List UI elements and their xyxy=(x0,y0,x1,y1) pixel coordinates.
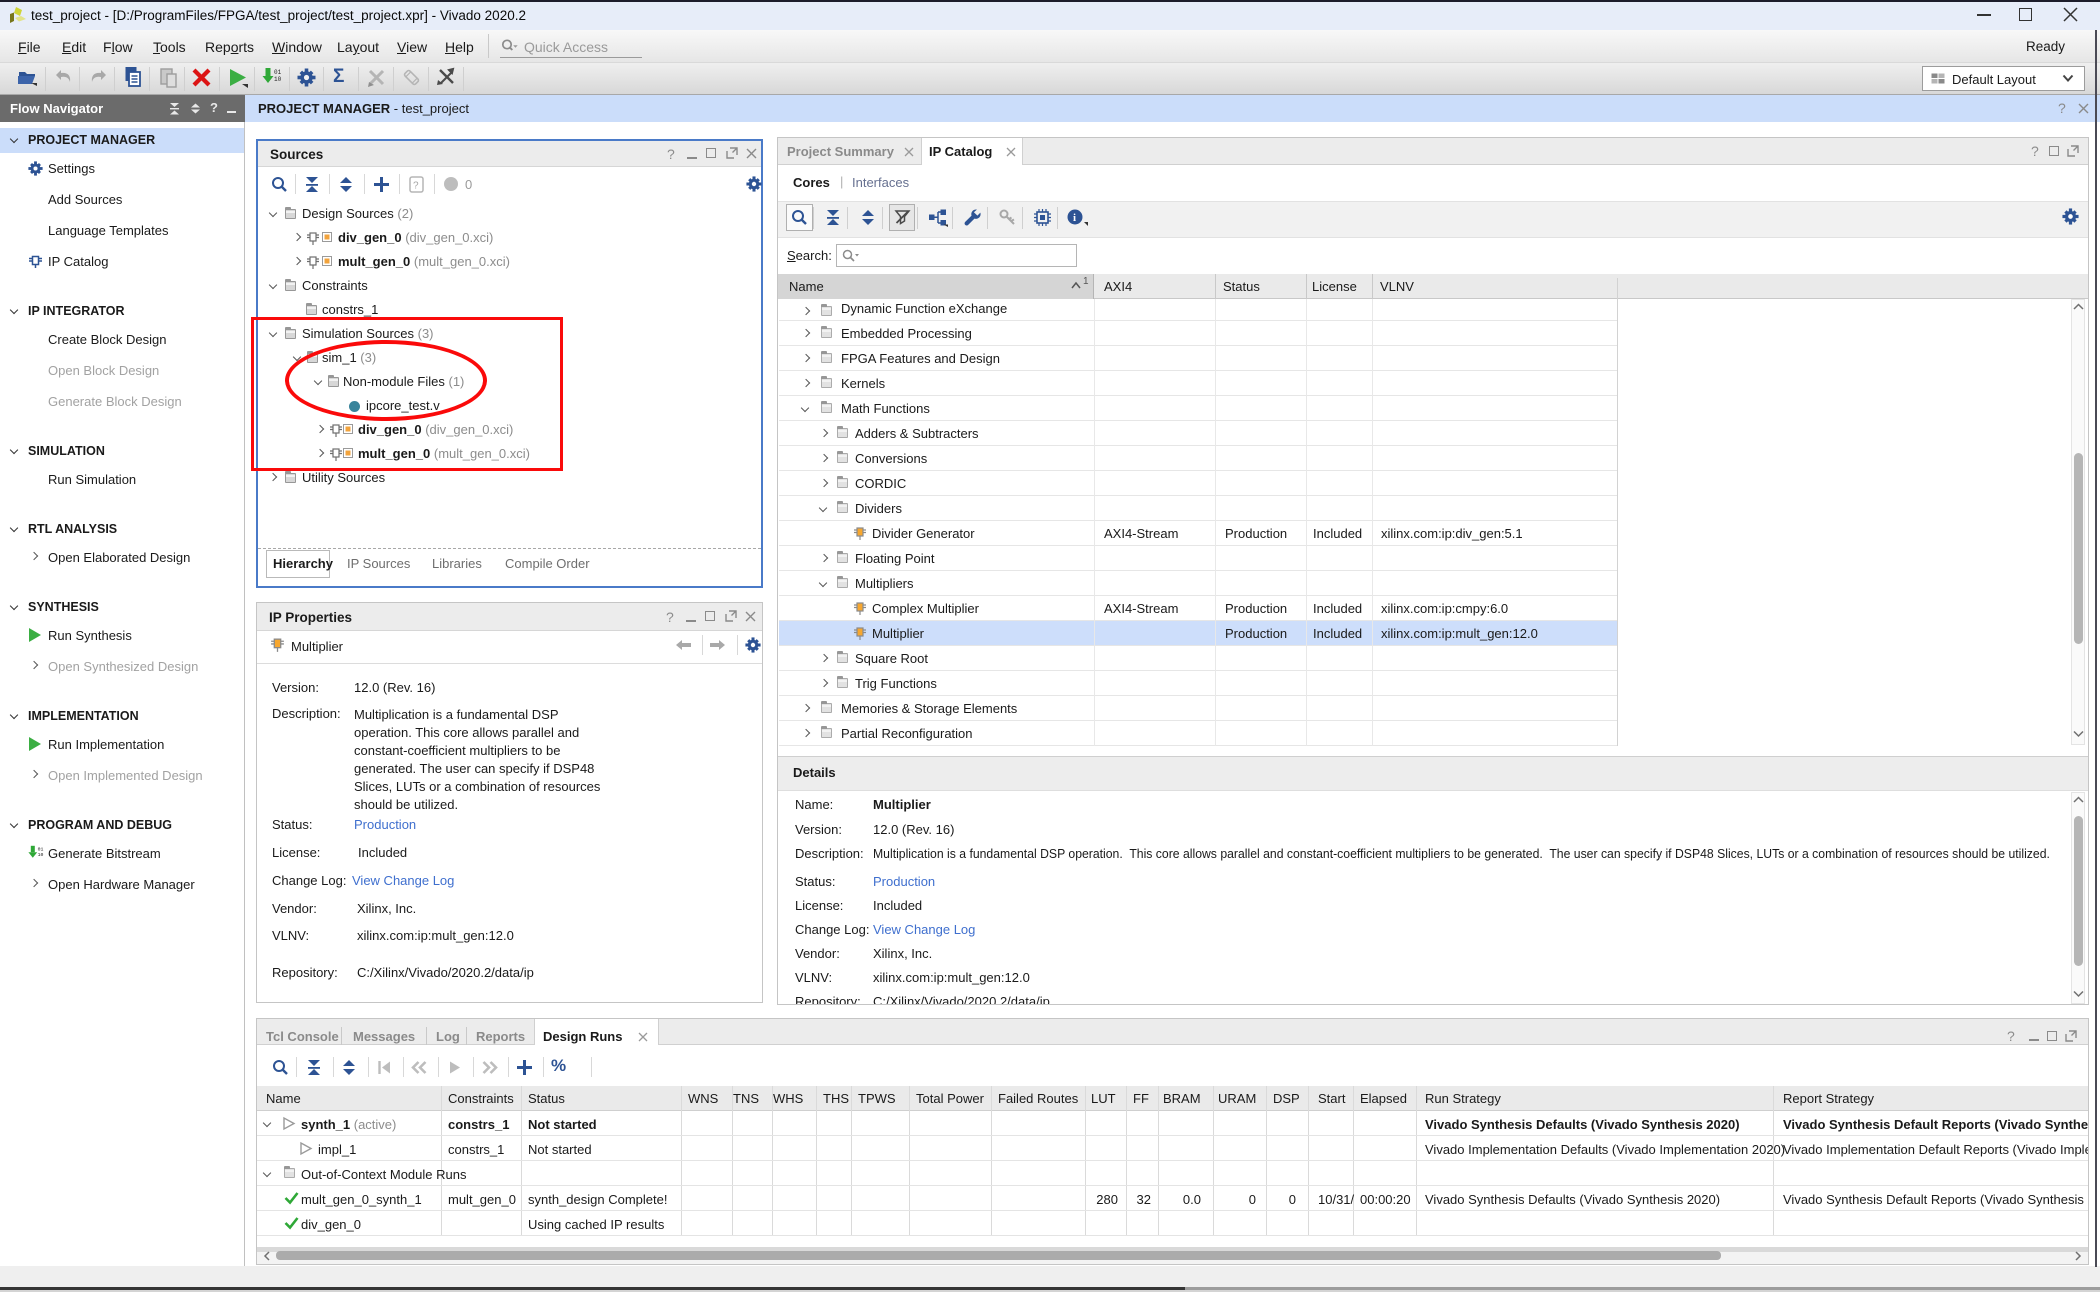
svg-text:i: i xyxy=(1073,212,1076,224)
svg-text:10: 10 xyxy=(274,76,282,83)
svg-text:10: 10 xyxy=(38,852,44,858)
svg-text:?: ? xyxy=(413,181,419,192)
svg-text:01: 01 xyxy=(38,847,44,853)
svg-text:01: 01 xyxy=(274,69,282,76)
